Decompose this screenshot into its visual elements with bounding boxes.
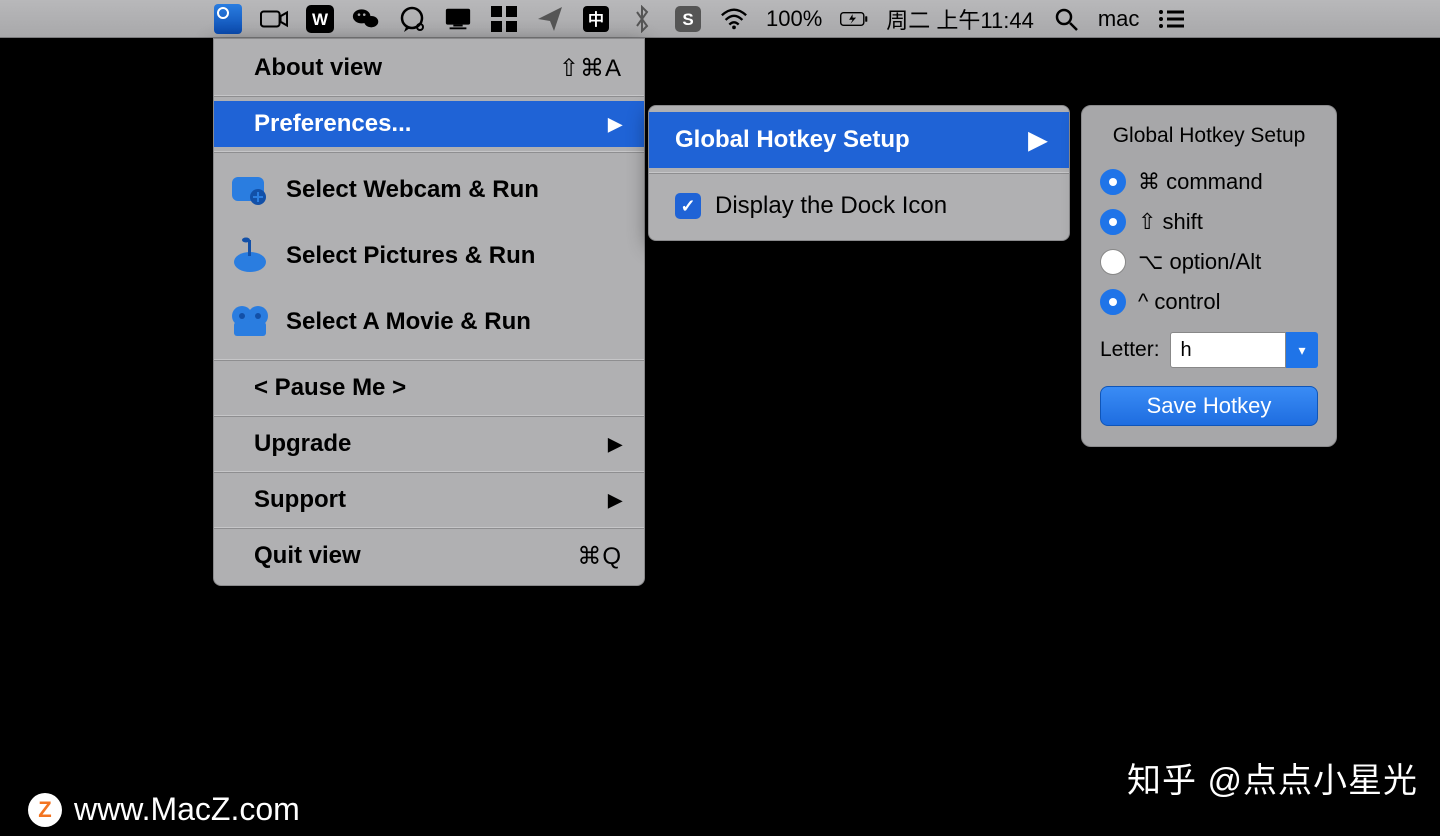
menu-separator <box>214 415 644 417</box>
camera-icon[interactable] <box>260 5 288 33</box>
chat-icon[interactable] <box>398 5 426 33</box>
grid-icon[interactable] <box>490 5 518 33</box>
menubar-user[interactable]: mac <box>1098 6 1140 32</box>
option-label: ⌥ option/Alt <box>1138 249 1261 275</box>
battery-icon[interactable] <box>840 5 868 33</box>
w-app-icon[interactable]: W <box>306 5 334 33</box>
watermark-left-text: www.MacZ.com <box>74 791 300 828</box>
letter-input[interactable]: h <box>1170 332 1286 368</box>
menu-preferences[interactable]: Preferences... ▶ <box>214 101 644 147</box>
pictures-icon <box>228 234 272 278</box>
svg-text:中: 中 <box>588 10 604 29</box>
submenu-dock-icon[interactable]: ✓ Display the Dock Icon <box>649 178 1069 234</box>
option-control[interactable]: ^ control <box>1100 282 1318 322</box>
letter-dropdown-button[interactable]: ▾ <box>1286 332 1318 368</box>
menu-separator <box>214 359 644 361</box>
panel-title: Global Hotkey Setup <box>1100 124 1318 148</box>
radio-icon <box>1100 209 1126 235</box>
webcam-icon <box>228 168 272 212</box>
menu-separator <box>214 471 644 473</box>
battery-percent: 100% <box>766 6 822 32</box>
menu-label: Preferences... <box>254 110 594 138</box>
menu-label: Upgrade <box>254 430 594 458</box>
chevron-right-icon: ▶ <box>608 114 622 135</box>
watermark-right: 知乎 @点点小星光 <box>1127 753 1418 802</box>
menu-support[interactable]: Support ▶ <box>214 477 644 523</box>
menu-label: Select Pictures & Run <box>286 242 622 270</box>
svg-text:W: W <box>312 10 329 29</box>
menu-separator <box>649 172 1069 174</box>
chevron-right-icon: ▶ <box>608 490 622 511</box>
movie-icon <box>228 300 272 344</box>
preferences-submenu: Global Hotkey Setup ▶ ✓ Display the Dock… <box>648 105 1070 241</box>
menu-label: Quit view <box>254 542 563 570</box>
option-label: ^ control <box>1138 289 1220 315</box>
hotkey-setup-panel: Global Hotkey Setup ⌘ command ⇧ shift ⌥ … <box>1081 105 1337 447</box>
send-icon[interactable] <box>536 5 564 33</box>
spotlight-icon[interactable] <box>1052 5 1080 33</box>
option-shift[interactable]: ⇧ shift <box>1100 202 1318 242</box>
display-icon[interactable] <box>444 5 472 33</box>
wechat-icon[interactable] <box>352 5 380 33</box>
menu-about[interactable]: About view ⇧⌘A <box>214 45 644 91</box>
macos-menubar: W 中 S 100% 周二 上午11:44 mac <box>0 0 1440 38</box>
z-logo-icon: Z <box>28 793 62 827</box>
menu-upgrade[interactable]: Upgrade ▶ <box>214 421 644 467</box>
menu-list-icon[interactable] <box>1157 5 1185 33</box>
menu-select-pictures[interactable]: Select Pictures & Run <box>214 223 644 289</box>
radio-icon <box>1100 249 1126 275</box>
menu-label: Select A Movie & Run <box>286 308 622 336</box>
menu-label: Select Webcam & Run <box>286 176 622 204</box>
radio-icon <box>1100 289 1126 315</box>
svg-text:S: S <box>682 10 693 29</box>
menubar-datetime: 周二 上午11:44 <box>886 3 1034 35</box>
menu-label: < Pause Me > <box>254 374 622 402</box>
menu-label: About view <box>254 54 545 82</box>
watermark-left: Z www.MacZ.com <box>28 791 300 828</box>
app-icon[interactable] <box>214 5 242 33</box>
chevron-right-icon: ▶ <box>608 434 622 455</box>
menu-select-movie[interactable]: Select A Movie & Run <box>214 289 644 355</box>
chevron-right-icon: ▶ <box>1029 126 1047 155</box>
checkbox-checked-icon: ✓ <box>675 193 701 219</box>
menu-separator <box>214 95 644 97</box>
menu-separator <box>214 527 644 529</box>
letter-row: Letter: h ▾ <box>1100 332 1318 368</box>
option-label: ⌘ command <box>1138 169 1263 195</box>
menu-quit[interactable]: Quit view ⌘Q <box>214 533 644 579</box>
option-option-alt[interactable]: ⌥ option/Alt <box>1100 242 1318 282</box>
chevron-down-icon: ▾ <box>1298 342 1305 359</box>
bluetooth-icon[interactable] <box>628 5 656 33</box>
option-command[interactable]: ⌘ command <box>1100 162 1318 202</box>
wifi-icon[interactable] <box>720 5 748 33</box>
menu-shortcut: ⌘Q <box>577 542 622 571</box>
menu-separator <box>214 151 644 153</box>
app-menu: About view ⇧⌘A Preferences... ▶ Select W… <box>213 38 645 586</box>
menu-shortcut: ⇧⌘A <box>559 54 622 83</box>
input-method-icon[interactable]: 中 <box>582 5 610 33</box>
menu-label: Support <box>254 486 594 514</box>
option-label: ⇧ shift <box>1138 209 1203 235</box>
letter-label: Letter: <box>1100 338 1160 362</box>
radio-icon <box>1100 169 1126 195</box>
save-hotkey-button[interactable]: Save Hotkey <box>1100 386 1318 426</box>
menu-label: Display the Dock Icon <box>715 192 1047 220</box>
menu-label: Global Hotkey Setup <box>675 126 1015 154</box>
submenu-global-hotkey[interactable]: Global Hotkey Setup ▶ <box>649 112 1069 168</box>
s-app-icon[interactable]: S <box>674 5 702 33</box>
menu-pause[interactable]: < Pause Me > <box>214 365 644 411</box>
menu-select-webcam[interactable]: Select Webcam & Run <box>214 157 644 223</box>
